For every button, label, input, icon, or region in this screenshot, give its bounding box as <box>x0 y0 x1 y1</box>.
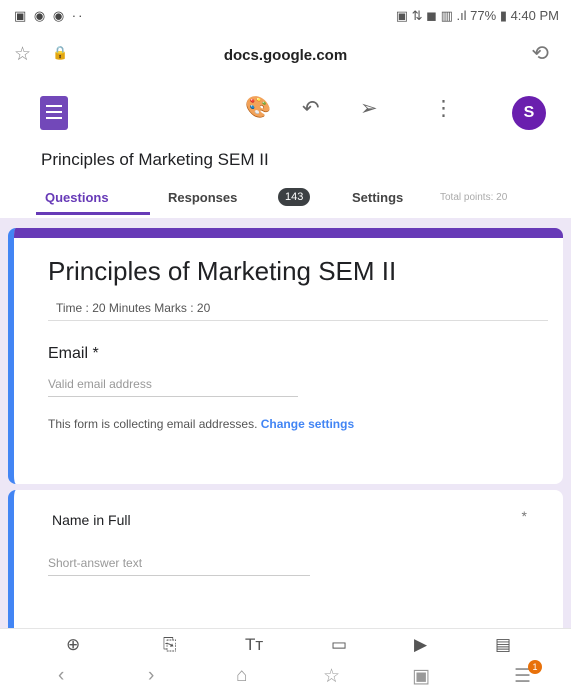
more-options-icon[interactable]: ⋮ <box>433 96 454 121</box>
question-card[interactable]: Name in Full * Short-answer text <box>8 490 563 628</box>
total-points: Total points: 20 <box>440 192 508 203</box>
required-asterisk: * <box>521 508 527 524</box>
tab-settings[interactable]: Settings <box>352 190 403 205</box>
notification-badge: 1 <box>528 660 542 674</box>
add-question-icon[interactable]: ⊕ <box>66 635 80 655</box>
form-tabs: Questions Responses 143 Settings Total p… <box>0 182 571 218</box>
short-answer-underline <box>48 575 310 576</box>
add-section-icon[interactable]: ▤ <box>495 635 511 655</box>
import-questions-icon[interactable]: ⎘ <box>163 635 177 655</box>
forward-icon[interactable]: › <box>148 665 154 687</box>
card-top-band <box>14 228 563 238</box>
email-field[interactable]: Valid email address <box>48 377 152 391</box>
undo-icon[interactable]: ↶ <box>302 96 320 121</box>
tab-responses[interactable]: Responses <box>168 190 237 205</box>
form-description[interactable]: Time : 20 Minutes Marks : 20 <box>56 301 210 315</box>
status-left-icons: ▣ ◉ ◉ ·· <box>14 8 85 23</box>
responses-count-badge: 143 <box>278 188 311 206</box>
add-video-icon[interactable]: ▶ <box>414 635 427 655</box>
change-settings-link[interactable]: Change settings <box>261 417 354 431</box>
avatar[interactable]: S <box>512 96 546 130</box>
form-title: Principles of Marketing SEM II <box>41 150 269 169</box>
status-bar: ▣ ◉ ◉ ·· ▣ ⇅ ◼ ▥ .ıl 77% ▮ 4:40 PM <box>0 0 571 30</box>
form-header-title[interactable]: Principles of Marketing SEM II <box>48 256 396 287</box>
browser-url-bar: ☆ 🔒 docs.google.com ⟲ <box>0 30 571 82</box>
email-collect-notice: This form is collecting email addresses.… <box>48 416 498 433</box>
reload-icon[interactable]: ⟲ <box>531 41 549 66</box>
collect-text: This form is collecting email addresses. <box>48 417 258 431</box>
back-icon[interactable]: ‹ <box>58 665 64 687</box>
browser-nav-bar: ‹ › ⌂ ☆ ▣ ☰ <box>0 661 571 693</box>
status-right-info: ▣ ⇅ ◼ ▥ .ıl 77% ▮ 4:40 PM <box>395 8 559 23</box>
add-image-icon[interactable]: ▭ <box>331 635 347 655</box>
url-text[interactable]: docs.google.com <box>0 47 571 64</box>
bookmarks-icon[interactable]: ☆ <box>323 665 340 688</box>
description-underline <box>48 320 548 321</box>
email-label: Email * <box>48 345 99 362</box>
add-item-bar: ⊕ ⎘ Tт ▭ ▶ ▤ <box>0 628 571 661</box>
palette-icon[interactable]: 🎨 <box>245 96 271 120</box>
tab-questions[interactable]: Questions <box>45 190 109 205</box>
home-icon[interactable]: ⌂ <box>236 665 247 687</box>
add-title-icon[interactable]: Tт <box>245 635 263 655</box>
forms-toolbar: 🎨 ↶ ➢ ⋮ S <box>0 82 571 142</box>
question-title[interactable]: Name in Full <box>52 512 131 528</box>
email-underline <box>48 396 298 397</box>
google-forms-icon[interactable] <box>40 96 68 130</box>
active-tab-indicator <box>36 212 150 215</box>
form-header-card[interactable]: Principles of Marketing SEM II Time : 20… <box>8 228 563 484</box>
short-answer-field: Short-answer text <box>48 556 143 570</box>
tabs-icon[interactable]: ▣ <box>412 665 430 688</box>
send-icon[interactable]: ➢ <box>360 96 378 121</box>
